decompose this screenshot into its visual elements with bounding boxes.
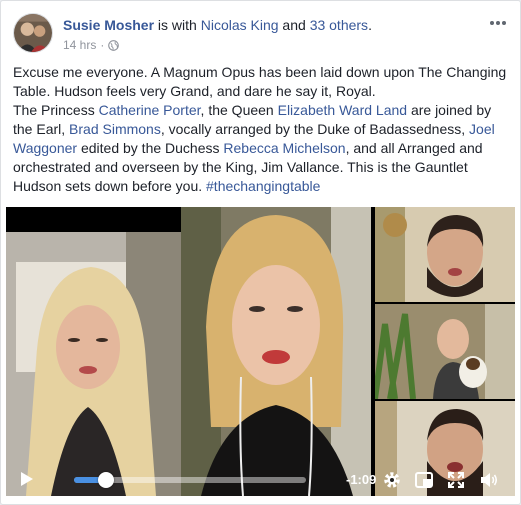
body-text-segment: edited by the Duchess bbox=[77, 140, 224, 156]
play-icon[interactable] bbox=[18, 471, 34, 487]
post-time[interactable]: 14 hrs bbox=[63, 38, 96, 52]
body-text-segment: , vocally arranged by the Duke of Badass… bbox=[160, 121, 470, 137]
video-controls: -1:09 bbox=[6, 462, 515, 496]
feed-post: Susie Mosher is with Nicolas King and 33… bbox=[0, 0, 521, 505]
post-header: Susie Mosher is with Nicolas King and 33… bbox=[13, 11, 508, 55]
picture-in-picture-icon[interactable] bbox=[414, 470, 434, 490]
hashtag-link[interactable]: #thechangingtable bbox=[206, 178, 320, 194]
title-period: . bbox=[368, 17, 372, 33]
author-name[interactable]: Susie Mosher bbox=[63, 17, 154, 33]
post-body: Excuse me everyone. A Magnum Opus has be… bbox=[13, 63, 511, 196]
catherine-porter-link[interactable]: Catherine Porter bbox=[99, 102, 201, 118]
body-text-segment: The Princess bbox=[13, 102, 99, 118]
dot bbox=[502, 21, 506, 25]
video-pane-right-middle bbox=[375, 304, 515, 399]
post-meta: 14 hrs · bbox=[63, 38, 120, 52]
elizabeth-ward-land-link[interactable]: Elizabeth Ward Land bbox=[278, 102, 407, 118]
post-title-line: Susie Mosher is with Nicolas King and 33… bbox=[63, 17, 372, 33]
scrubber-handle[interactable] bbox=[98, 472, 115, 488]
others-link[interactable]: 33 others bbox=[310, 17, 368, 33]
time-remaining: -1:09 bbox=[346, 472, 377, 487]
volume-icon[interactable] bbox=[479, 470, 499, 490]
body-paragraph-2: The Princess Catherine Porter, the Queen… bbox=[13, 101, 511, 196]
body-line-1: Excuse me everyone. A Magnum Opus has be… bbox=[13, 64, 507, 99]
rebecca-michelson-link[interactable]: Rebecca Michelson bbox=[223, 140, 345, 156]
brad-simmons-link[interactable]: Brad Simmons bbox=[69, 121, 161, 137]
video-scrubber[interactable] bbox=[74, 472, 306, 488]
more-options-icon[interactable] bbox=[488, 13, 508, 33]
body-text-segment: , the Queen bbox=[200, 102, 278, 118]
dot bbox=[496, 21, 500, 25]
dot bbox=[490, 21, 494, 25]
video-pane-center bbox=[181, 207, 371, 496]
gear-icon[interactable] bbox=[382, 470, 402, 490]
tagged-user-link[interactable]: Nicolas King bbox=[201, 17, 279, 33]
video-pane-right-top bbox=[375, 207, 515, 302]
meta-separator: · bbox=[100, 38, 105, 52]
avatar[interactable] bbox=[13, 13, 53, 53]
video-pane-left bbox=[6, 232, 181, 496]
and-text: and bbox=[278, 17, 310, 33]
video-player[interactable]: -1:09 bbox=[6, 207, 515, 496]
globe-icon bbox=[108, 39, 120, 51]
with-text: is with bbox=[154, 17, 201, 33]
fullscreen-icon[interactable] bbox=[446, 470, 466, 490]
